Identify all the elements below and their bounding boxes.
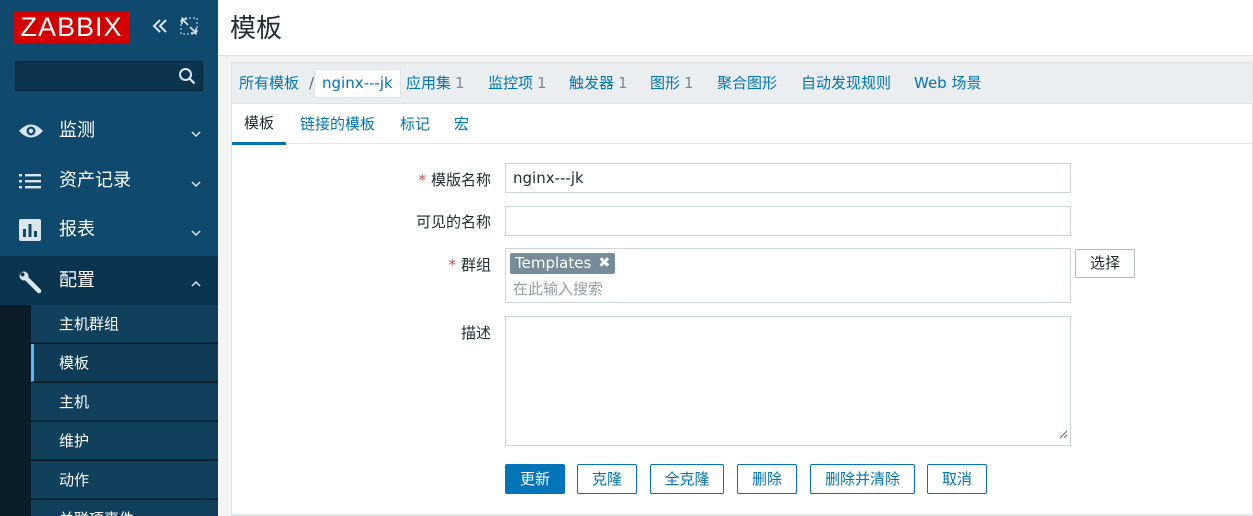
submenu-item-actions[interactable]: 动作 xyxy=(31,461,218,499)
template-form: 模板 链接的模板 标记 宏 * 模版名称 nginx---jk 可见的名称 * 群组… xyxy=(231,104,1253,516)
description-textarea[interactable] xyxy=(505,316,1071,446)
page-header: 模板 xyxy=(218,0,1253,56)
menu-label: 配置 xyxy=(59,270,95,291)
chevron-down-icon xyxy=(191,126,201,142)
submenu-item-templates[interactable]: 模板 xyxy=(31,344,218,382)
submenu-item-hosts[interactable]: 主机 xyxy=(31,383,218,421)
tab-tags[interactable]: 标记 xyxy=(400,104,430,144)
bar-chart-icon xyxy=(18,219,42,241)
sidebar: ZABBIX 监测 资产记录 报表 配置 主机群组 模板 主机 维护 动作 xyxy=(0,0,218,516)
submenu-item-event-correlation[interactable]: 关联项事件 xyxy=(31,500,218,516)
delete-and-clear-button[interactable]: 删除并清除 xyxy=(810,464,915,494)
submenu-item-maintenance[interactable]: 维护 xyxy=(31,422,218,460)
nav-web-scenarios[interactable]: Web 场景 xyxy=(914,63,981,103)
search-icon[interactable] xyxy=(178,67,196,89)
list-icon xyxy=(18,170,42,192)
submenu-item-host-groups[interactable]: 主机群组 xyxy=(31,305,218,343)
menu-item-inventory[interactable]: 资产记录 xyxy=(0,156,218,205)
chevron-down-icon xyxy=(191,176,201,192)
breadcrumb: 所有模板 / nginx---jk 应用集 1 监控项 1 触发器 1 图形 1 聚合图… xyxy=(231,62,1253,104)
remove-chip-icon[interactable]: ✖ xyxy=(599,253,611,274)
tab-macros[interactable]: 宏 xyxy=(454,104,469,144)
tab-linked-templates[interactable]: 链接的模板 xyxy=(300,104,375,144)
menu-label: 资产记录 xyxy=(59,170,131,191)
chevron-down-icon xyxy=(191,225,201,241)
groups-multiselect[interactable]: Templates ✖ 在此输入搜索 xyxy=(505,248,1071,303)
visible-name-label: 可见的名称 xyxy=(415,213,491,231)
menu-item-reports[interactable]: 报表 xyxy=(0,205,218,254)
configuration-submenu: 主机群组 模板 主机 维护 动作 关联项事件 xyxy=(0,305,218,516)
nav-screens[interactable]: 聚合图形 xyxy=(717,63,777,103)
chevron-up-icon xyxy=(191,276,201,292)
cancel-button[interactable]: 取消 xyxy=(927,464,987,494)
select-groups-button[interactable]: 选择 xyxy=(1075,249,1135,278)
tab-template[interactable]: 模板 xyxy=(232,104,287,145)
breadcrumb-current-template[interactable]: nginx---jk xyxy=(314,69,401,98)
full-clone-button[interactable]: 全克隆 xyxy=(650,464,724,494)
nav-discovery-rules[interactable]: 自动发现规则 xyxy=(801,63,891,103)
description-label: 描述 xyxy=(460,324,491,342)
nav-applications[interactable]: 应用集 1 xyxy=(406,63,465,103)
menu-item-configuration[interactable]: 配置 xyxy=(0,256,218,305)
eye-icon xyxy=(18,120,43,142)
nav-items[interactable]: 监控项 1 xyxy=(488,63,547,103)
breadcrumb-all-templates[interactable]: 所有模板 xyxy=(239,63,299,103)
groups-label: * 群组 xyxy=(448,256,491,274)
template-name-label: * 模版名称 xyxy=(418,171,491,189)
group-chip-templates: Templates ✖ xyxy=(510,253,616,274)
menu-label: 监测 xyxy=(59,120,95,141)
update-button[interactable]: 更新 xyxy=(505,464,565,494)
page-title: 模板 xyxy=(230,14,283,44)
resize-handle-icon[interactable] xyxy=(1058,427,1068,443)
delete-button[interactable]: 删除 xyxy=(737,464,797,494)
nav-triggers[interactable]: 触发器 1 xyxy=(569,63,628,103)
menu-label: 报表 xyxy=(59,219,95,240)
menu-item-monitoring[interactable]: 监测 xyxy=(0,106,218,155)
visible-name-input[interactable] xyxy=(505,206,1071,236)
nav-graphs[interactable]: 图形 1 xyxy=(650,63,694,103)
collapse-sidebar-icon[interactable] xyxy=(150,16,170,40)
form-tabs: 模板 链接的模板 标记 宏 xyxy=(232,104,1252,145)
clone-button[interactable]: 克隆 xyxy=(577,464,637,494)
template-name-input[interactable]: nginx---jk xyxy=(505,163,1071,193)
kiosk-mode-icon[interactable] xyxy=(180,17,198,39)
zabbix-logo[interactable]: ZABBIX xyxy=(14,12,129,43)
groups-search-placeholder[interactable]: 在此输入搜索 xyxy=(513,278,603,299)
wrench-icon xyxy=(18,270,42,294)
sidebar-search-input[interactable] xyxy=(15,61,203,91)
